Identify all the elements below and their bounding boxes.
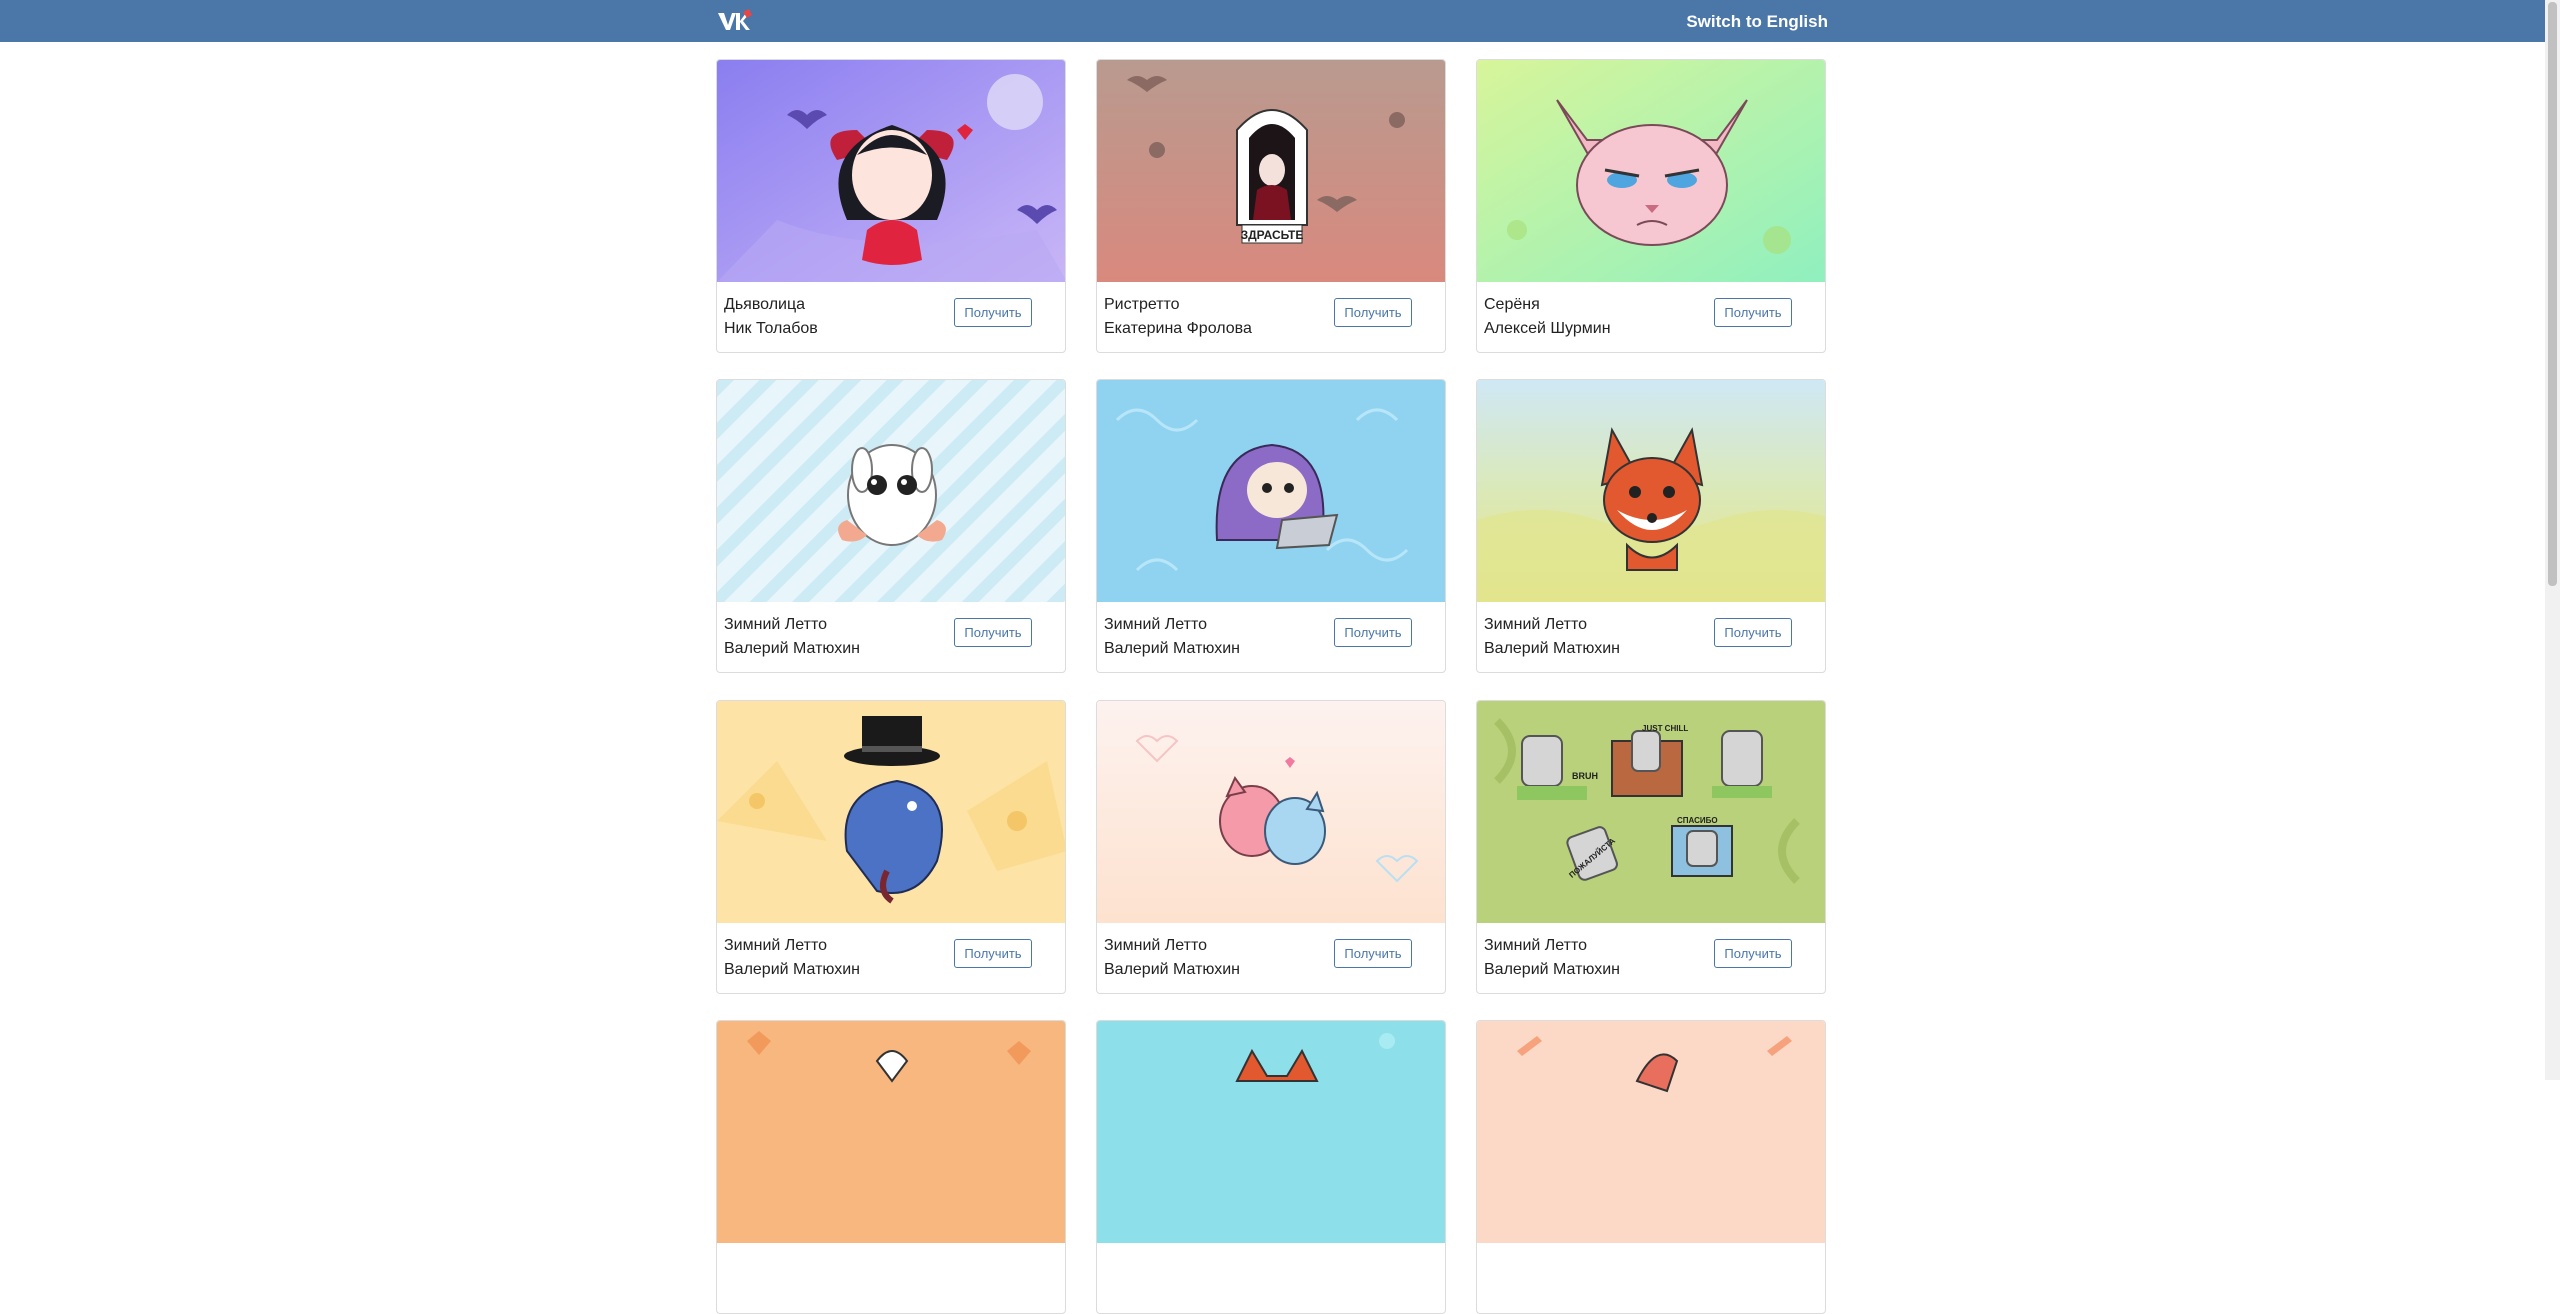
get-sticker-pack-button[interactable]: Получить [1714, 939, 1792, 968]
sticker-pack-info: Серёня Алексей Шурмин [1484, 293, 1611, 341]
sticker-pack-card[interactable]: Зимний Летто Валерий Матюхин Получить [716, 700, 1066, 994]
sticker-pack-card[interactable]: ЗДРАСЬТЕ Ристретто Екатерина Фролова Пол… [1096, 59, 1446, 353]
white-rabbit-sticker [717, 380, 1065, 602]
get-sticker-pack-button[interactable]: Получить [954, 618, 1032, 647]
sticker-pack-title: Серёня [1484, 296, 1540, 313]
sticker-pack-author: Екатерина Фролова [1104, 320, 1252, 337]
devil-girl-sticker [717, 60, 1065, 282]
moai-statues-sticker: BRUH JUST CHILL ПОЖАЛУЙСТА СПАСИБО [1477, 701, 1825, 923]
top-navigation-inner: Switch to English [716, 0, 1828, 42]
get-sticker-pack-button[interactable]: Получить [1334, 618, 1412, 647]
sticker-pack-title: Зимний Летто [1104, 616, 1207, 633]
red-fox-sticker [1477, 380, 1825, 602]
page-scrollbar[interactable] [2545, 0, 2560, 1080]
sticker-pack-card[interactable]: Зимний Летто Валерий Матюхин Получить [1096, 379, 1446, 673]
vampire-door-sticker: ЗДРАСЬТЕ [1097, 60, 1445, 282]
get-sticker-pack-button[interactable]: Получить [954, 939, 1032, 968]
vk-logo-icon[interactable] [716, 8, 754, 34]
get-sticker-pack-button[interactable]: Получить [954, 298, 1032, 327]
sticker-caption: BRUH [1572, 771, 1598, 781]
sticker-pack-card[interactable]: BRUH JUST CHILL ПОЖАЛУЙСТА СПАСИБО Зимни… [1476, 700, 1826, 994]
sticker-pack-info: Зимний Летто Валерий Матюхин [1104, 934, 1240, 982]
sticker-pack-title: Дьяволица [724, 296, 806, 313]
top-hat-rat-sticker [717, 701, 1065, 923]
sticker-pack-card-partial[interactable] [716, 1020, 1066, 1314]
sticker-pack-info: Зимний Летто Валерий Матюхин [1104, 613, 1240, 661]
sticker-pack-card[interactable]: Дьяволица Ник Толабов Получить [716, 59, 1066, 353]
sticker-pack-card-partial[interactable] [1476, 1020, 1826, 1314]
sphynx-cat-sticker [1477, 60, 1825, 282]
sticker-pack-card[interactable]: Зимний Летто Валерий Матюхин Получить [716, 379, 1066, 673]
sticker-pack-author: Валерий Матюхин [724, 961, 860, 978]
sticker-pack-info: Зимний Летто Валерий Матюхин [1484, 613, 1620, 661]
get-sticker-pack-button[interactable]: Получить [1334, 939, 1412, 968]
sticker-caption: JUST CHILL [1642, 724, 1688, 733]
sticker-pack-info: Ристретто Екатерина Фролова [1104, 293, 1252, 341]
sticker-caption: СПАСИБО [1677, 816, 1718, 825]
sticker-pack-author: Валерий Матюхин [724, 640, 860, 657]
sticker-pack-card[interactable]: Зимний Летто Валерий Матюхин Получить [1476, 379, 1826, 673]
get-sticker-pack-button[interactable]: Получить [1714, 298, 1792, 327]
sticker-pack-card-partial[interactable] [1096, 1020, 1446, 1314]
get-sticker-pack-button[interactable]: Получить [1714, 618, 1792, 647]
sticker-pack-title: Зимний Летто [1484, 937, 1587, 954]
sticker-pack-author: Валерий Матюхин [1484, 961, 1620, 978]
sticker-pack-title: Зимний Летто [724, 937, 827, 954]
carrots-sticker [1477, 1021, 1825, 1243]
cuddling-cats-sticker [1097, 701, 1445, 923]
autumn-leaves-sticker [717, 1021, 1065, 1243]
red-cat-sticker [1097, 1021, 1445, 1243]
sticker-pack-info: Зимний Летто Валерий Матюхин [724, 613, 860, 661]
sticker-pack-author: Алексей Шурмин [1484, 320, 1611, 337]
hooded-cat-laptop-sticker [1097, 380, 1445, 602]
sticker-pack-info: Зимний Летто Валерий Матюхин [724, 934, 860, 982]
sticker-pack-card[interactable]: Зимний Летто Валерий Матюхин Получить [1096, 700, 1446, 994]
sticker-pack-title: Зимний Летто [724, 616, 827, 633]
sticker-pack-info: Зимний Летто Валерий Матюхин [1484, 934, 1620, 982]
sticker-pack-title: Зимний Летто [1104, 937, 1207, 954]
sticker-pack-author: Валерий Матюхин [1104, 961, 1240, 978]
sticker-pack-author: Валерий Матюхин [1104, 640, 1240, 657]
sticker-pack-title: Ристретто [1104, 296, 1180, 313]
top-navigation-bar: Switch to English [0, 0, 2545, 42]
scrollbar-thumb[interactable] [2548, 2, 2557, 586]
sticker-pack-card[interactable]: Серёня Алексей Шурмин Получить [1476, 59, 1826, 353]
sticker-pack-title: Зимний Летто [1484, 616, 1587, 633]
sticker-pack-author: Ник Толабов [724, 320, 818, 337]
switch-language-link[interactable]: Switch to English [1686, 12, 1828, 32]
get-sticker-pack-button[interactable]: Получить [1334, 298, 1412, 327]
sticker-caption: ЗДРАСЬТЕ [1241, 228, 1304, 242]
sticker-pack-info: Дьяволица Ник Толабов [724, 293, 818, 341]
sticker-pack-author: Валерий Матюхин [1484, 640, 1620, 657]
